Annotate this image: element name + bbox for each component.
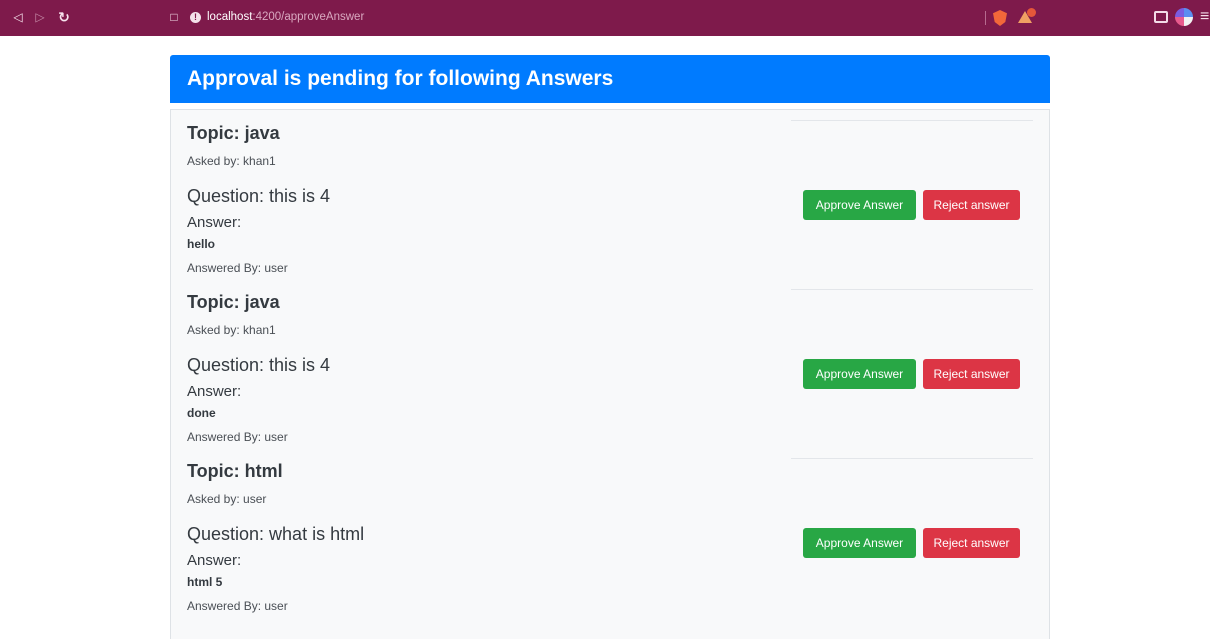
url-path: :4200/approveAnswer xyxy=(252,11,365,23)
question-title: Question: what is html xyxy=(187,524,365,544)
answer-label: Answer: xyxy=(187,552,242,569)
answer-text: hello xyxy=(187,237,216,251)
answered-by: Answered By: user xyxy=(187,430,288,444)
answer-card: Topic: java Asked by: khan1 Question: th… xyxy=(171,279,1049,448)
answer-label: Answer: xyxy=(187,214,242,231)
answer-card: Topic: html Asked by: user Question: wha… xyxy=(171,448,1049,617)
question-title: Question: this is 4 xyxy=(187,186,331,206)
browser-toolbar: ◁ ▷ ↻ □ ! localhost:4200/approveAnswer ≡ xyxy=(0,0,1210,36)
answered-by: Answered By: user xyxy=(187,599,288,613)
page-title: Approval is pending for following Answer… xyxy=(170,55,1050,103)
url-host: localhost xyxy=(207,11,253,23)
reject-answer-button[interactable]: Reject answer xyxy=(923,359,1020,389)
forward-icon[interactable]: ▷ xyxy=(32,9,48,25)
answer-label: Answer: xyxy=(187,383,242,400)
answer-text: html 5 xyxy=(187,575,223,589)
card-divider xyxy=(791,120,1033,121)
rewards-badge xyxy=(1027,8,1036,17)
topic-title: Topic: java xyxy=(187,123,280,143)
approve-answer-button[interactable]: Approve Answer xyxy=(803,528,916,558)
answers-list: Topic: java Asked by: khan1 Question: th… xyxy=(170,109,1050,639)
menu-icon[interactable]: ≡ xyxy=(1200,8,1209,26)
topic-title: Topic: java xyxy=(187,292,280,312)
card-divider xyxy=(791,289,1033,290)
topic-title: Topic: html xyxy=(187,461,283,481)
question-title: Question: this is 4 xyxy=(187,355,331,375)
address-bar[interactable]: ! localhost:4200/approveAnswer xyxy=(190,5,980,29)
reload-icon[interactable]: ↻ xyxy=(56,9,72,25)
answered-by: Answered By: user xyxy=(187,261,288,275)
asked-by: Asked by: khan1 xyxy=(187,154,276,168)
answer-text: done xyxy=(187,406,216,420)
card-divider xyxy=(791,458,1033,459)
reject-answer-button[interactable]: Reject answer xyxy=(923,190,1020,220)
answer-card: Topic: java Asked by: khan1 Question: th… xyxy=(171,110,1049,279)
toolbar-divider xyxy=(985,11,986,25)
approve-answer-button[interactable]: Approve Answer xyxy=(803,190,916,220)
asked-by: Asked by: khan1 xyxy=(187,323,276,337)
approval-container: Approval is pending for following Answer… xyxy=(170,55,1050,639)
brave-shields-icon[interactable] xyxy=(993,10,1007,26)
profile-avatar[interactable] xyxy=(1175,8,1193,26)
tab-window-icon[interactable] xyxy=(1154,11,1168,23)
back-icon[interactable]: ◁ xyxy=(10,9,26,25)
bookmark-icon[interactable]: □ xyxy=(166,9,182,25)
asked-by: Asked by: user xyxy=(187,492,267,506)
site-info-icon[interactable]: ! xyxy=(190,11,201,23)
reject-answer-button[interactable]: Reject answer xyxy=(923,528,1020,558)
approve-answer-button[interactable]: Approve Answer xyxy=(803,359,916,389)
